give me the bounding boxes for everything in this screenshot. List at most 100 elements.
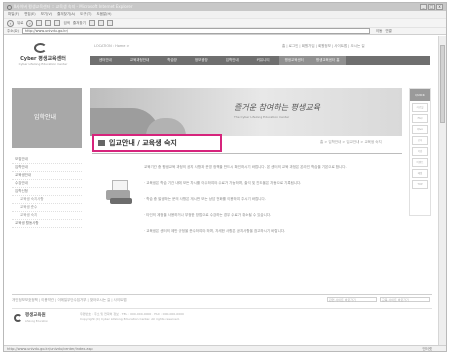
left-nav: 입학안내 모집안내 입학안내 교육생안내 수강안내 입학신청 교육생 숙지사항 … xyxy=(12,88,82,228)
window-title: Ⅱ사이버 평생교육센터 :: 교육생 숙지 - Microsoft Intern… xyxy=(14,4,133,9)
menu-view[interactable]: 보기(V) xyxy=(41,12,53,17)
education-site-select[interactable]: 교육 사이트 바로가기 xyxy=(380,297,430,302)
menu-bar: 파일(F) 편집(E) 보기(V) 즐겨찾기(A) 도구(T) 도움말(H) xyxy=(4,11,446,18)
utility-links[interactable]: 홈 | 로그인 | 회원가입 | 회원정보 | 사이트맵 | 오시는 길 xyxy=(282,44,365,49)
close-button[interactable]: x xyxy=(436,4,443,10)
quick-menu-item[interactable]: 이벤트 xyxy=(412,158,428,167)
content-paragraph: 교육기간 중 평생교육 과정의 공지 사항과 운영 정책을 반드시 확인하시기 … xyxy=(144,165,347,169)
breadcrumb[interactable]: 홈 > 입학안내 > 입교안내 > 교육생 숙지 xyxy=(320,140,382,145)
location-text: LOCATION : Home > xyxy=(94,44,130,48)
menu-edit[interactable]: 편집(E) xyxy=(24,12,35,17)
logo-name: Cyber 평생교육센터 xyxy=(20,56,66,62)
gnb-item[interactable]: 입학안내 xyxy=(217,58,248,63)
print-icon[interactable] xyxy=(106,20,113,26)
quick-menu-item[interactable]: 메일 xyxy=(412,169,428,178)
quick-menu-item[interactable]: 공지 xyxy=(412,136,428,145)
content-paragraph: · 학습 중 발생하는 문의 사항은 게시판 또는 상담 전화를 이용하여 주시… xyxy=(144,197,266,201)
minimize-button[interactable]: _ xyxy=(420,4,427,10)
ie-logo-icon xyxy=(7,4,12,10)
gnb-item[interactable]: 학습방 xyxy=(158,58,186,63)
favorites-button[interactable]: 즐겨찾기 xyxy=(73,21,86,26)
gnb-item[interactable]: 커뮤니티 xyxy=(248,58,279,63)
security-zone: 인터넷 xyxy=(422,347,432,351)
footer-logo-icon xyxy=(14,313,22,322)
page-viewport: Cyber 평생교육센터 Cyber Lifelong Education Ce… xyxy=(4,36,438,345)
title-bar: Ⅱ사이버 평생교육센터 :: 교육생 숙지 - Microsoft Intern… xyxy=(4,3,446,11)
site-footer: 개인정보보호정책 | 이용약관 | 이메일무단수집거부 | 찾아오시는 길 | … xyxy=(12,294,432,323)
gnb-item-highlight[interactable]: 평생교육센터 홈 xyxy=(309,56,346,65)
footer-divider xyxy=(12,294,432,295)
go-button[interactable]: 이동 xyxy=(376,29,382,34)
footer-divider xyxy=(12,308,432,309)
gnb-item[interactable]: 교육과정안내 xyxy=(121,58,158,63)
browser-window: Ⅱ사이버 평생교육센터 :: 교육생 숙지 - Microsoft Intern… xyxy=(3,2,447,352)
banner-subslogan: The Cyber Lifelong Education Center xyxy=(234,115,290,119)
history-icon[interactable] xyxy=(88,20,95,26)
illustration-printer-base xyxy=(110,198,132,204)
left-nav-subitem[interactable]: 교육생 숙지사항 xyxy=(12,196,82,204)
search-button[interactable]: 검색 xyxy=(63,21,69,26)
address-bar: 주소(D) http://www.univdu.go.kr/ 이동 연결 xyxy=(4,27,446,35)
window-controls: _ □ x xyxy=(420,4,443,10)
content-paragraph: · 교육생은 학습 기간 내에 모든 차시를 이수하여야 수료가 가능하며, 출… xyxy=(144,181,302,185)
left-nav-item[interactable]: 모집안내 xyxy=(12,156,82,164)
menu-file[interactable]: 파일(F) xyxy=(8,12,19,17)
quick-menu: QUICK 자료실 FAQ Q&A 공지 학습 이벤트 메일 TOP xyxy=(409,88,431,216)
site-header: Cyber 평생교육센터 Cyber Lifelong Education Ce… xyxy=(4,36,438,78)
footer-selects: 관련 사이트 바로가기 교육 사이트 바로가기 xyxy=(327,297,430,302)
left-nav-item[interactable]: 입학안내 xyxy=(12,164,82,172)
logo-subtitle: Cyber Lifelong Education Center xyxy=(18,62,68,66)
home-icon[interactable] xyxy=(54,20,61,26)
toolbar: ‹ 뒤로 › 검색 즐겨찾기 xyxy=(4,18,446,27)
printer-illustration-icon xyxy=(106,180,136,206)
status-url: http://www.univdu.go.kr/univdu/center/in… xyxy=(7,347,93,351)
address-input[interactable]: http://www.univdu.go.kr/ xyxy=(21,28,370,34)
title-divider xyxy=(92,153,402,154)
page-title-highlight: 입교안내 / 교육생 숙지 xyxy=(92,134,222,152)
quick-menu-item[interactable]: Q&A xyxy=(412,125,428,134)
stop-icon[interactable] xyxy=(36,20,43,26)
menu-favorites[interactable]: 즐겨찾기(A) xyxy=(57,12,75,17)
mail-icon[interactable] xyxy=(97,20,104,26)
left-nav-subitem[interactable]: 교육생 준수 xyxy=(12,204,82,212)
related-site-select[interactable]: 관련 사이트 바로가기 xyxy=(327,297,377,302)
back-label: 뒤로 xyxy=(17,20,24,25)
gnb-item[interactable]: 센터안내 xyxy=(90,58,121,63)
maximize-button[interactable]: □ xyxy=(428,4,435,10)
address-label: 주소(D) xyxy=(7,28,19,33)
left-nav-item[interactable]: 교육생안내 xyxy=(12,172,82,180)
menu-tools[interactable]: 도구(T) xyxy=(80,12,91,17)
links-button[interactable]: 연결 xyxy=(385,29,391,34)
quick-menu-header: QUICK xyxy=(410,89,430,101)
copyright-line: 우편번호 : 주소 및 연락처 정보 · TEL : 000-000-0000 … xyxy=(80,312,184,316)
quick-menu-item[interactable]: TOP xyxy=(412,180,428,189)
forward-button[interactable]: › xyxy=(26,19,34,27)
menu-help[interactable]: 도움말(H) xyxy=(96,12,111,17)
title-bullet-icon xyxy=(98,140,105,146)
copyright-line: Copyright (C) Cyber Lifelong Education C… xyxy=(80,317,180,321)
content-paragraph: · 교육생은 센터의 제반 규정을 준수하여야 하며, 자세한 사항은 공지사항… xyxy=(144,229,286,233)
logo-mark-icon xyxy=(34,43,47,53)
left-nav-item[interactable]: 수강안내 xyxy=(12,180,82,188)
footer-logo: 평생교육원 Lifelong Education xyxy=(14,312,48,323)
hero-banner: 즐거운 참여하는 평생교육 The Cyber Lifelong Educati… xyxy=(90,88,402,136)
left-nav-item[interactable]: 입학신청 xyxy=(12,188,82,196)
quick-menu-item[interactable]: 자료실 xyxy=(412,103,428,112)
left-nav-subitem[interactable]: 교육생 숙지 xyxy=(12,212,82,220)
left-nav-title: 입학안내 xyxy=(34,114,57,121)
gnb-item-highlight[interactable]: 평생교육센터 xyxy=(278,56,310,65)
vertical-scrollbar[interactable] xyxy=(438,36,446,345)
left-nav-item[interactable]: 교육생 활동사항 xyxy=(12,220,82,228)
content-area: 교육기간 중 평생교육 과정의 공지 사항과 운영 정책을 반드시 확인하시기 … xyxy=(94,158,402,274)
status-bar: http://www.univdu.go.kr/univdu/center/in… xyxy=(4,345,446,351)
site-logo[interactable]: Cyber 평생교육센터 Cyber Lifelong Education Ce… xyxy=(12,43,74,69)
scrollbar-thumb[interactable] xyxy=(440,45,445,123)
back-button[interactable]: ‹ xyxy=(7,19,14,27)
quick-menu-item[interactable]: 학습 xyxy=(412,147,428,156)
refresh-icon[interactable] xyxy=(45,20,52,26)
quick-menu-item[interactable]: FAQ xyxy=(412,114,428,123)
left-nav-header: 입학안내 xyxy=(12,88,82,148)
gnb-item[interactable]: 정보광장 xyxy=(186,58,217,63)
copyright: 우편번호 : 주소 및 연락처 정보 · TEL : 000-000-0000 … xyxy=(80,312,184,322)
footer-logo-name: 평생교육원 xyxy=(25,313,46,318)
